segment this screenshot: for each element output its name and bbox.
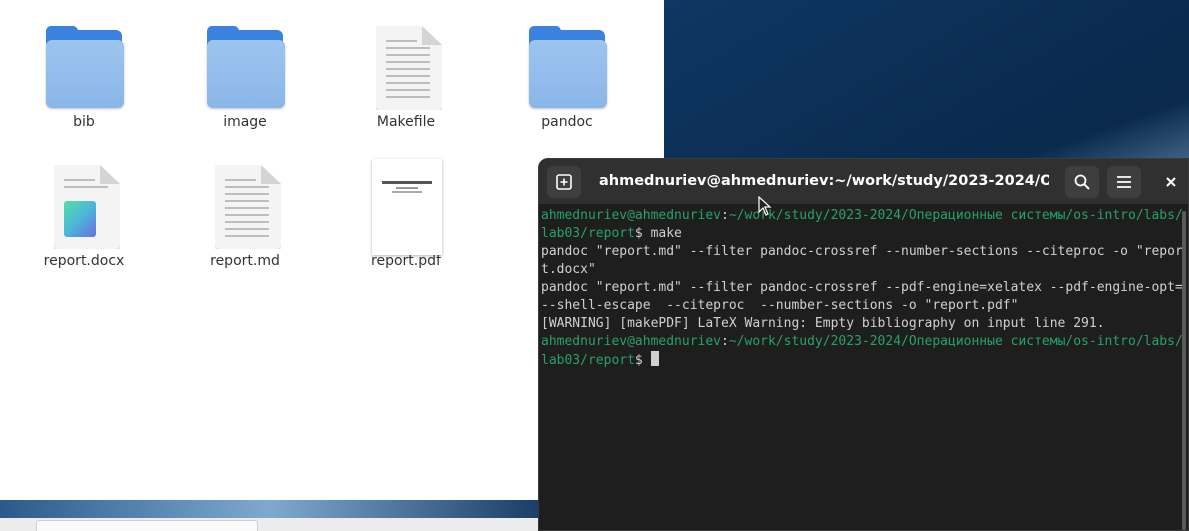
file-item-report-docx[interactable]: report.docx — [24, 139, 144, 269]
file-item-makefile[interactable]: Makefile — [346, 0, 466, 130]
output-line: pandoc "report.md" --filter pandoc-cross… — [541, 244, 1183, 277]
file-label: report.md — [210, 253, 280, 269]
bottom-panel-tab[interactable] — [36, 520, 258, 531]
docx-file-icon — [42, 165, 126, 249]
output-line: [WARNING] [makePDF] LaTeX Warning: Empty… — [541, 316, 1105, 331]
terminal-scrollbar[interactable] — [1182, 211, 1186, 530]
search-button[interactable] — [1065, 166, 1099, 198]
file-item-bib[interactable]: bib — [24, 0, 144, 130]
file-label: image — [223, 114, 267, 130]
prompt-separator: : — [721, 334, 729, 349]
new-tab-icon — [556, 174, 572, 190]
terminal-header: ahmednuriev@ahmednuriev:~/work/study/202… — [539, 159, 1188, 205]
file-label: report.docx — [43, 253, 125, 269]
pdf-thumbnail-icon — [364, 159, 448, 255]
output-line: pandoc "report.md" --filter pandoc-cross… — [541, 280, 1183, 313]
file-label: pandoc — [541, 114, 593, 130]
close-button[interactable] — [1161, 172, 1181, 192]
new-tab-button[interactable] — [547, 166, 581, 198]
file-item-image[interactable]: image — [185, 0, 305, 130]
text-file-icon — [364, 26, 448, 110]
terminal-title: ahmednuriev@ahmednuriev:~/work/study/202… — [599, 173, 1049, 189]
folder-icon — [203, 26, 287, 108]
file-label: bib — [73, 114, 95, 130]
text-file-icon — [203, 165, 287, 249]
file-item-pandoc[interactable]: pandoc — [507, 0, 627, 130]
file-item-report-md[interactable]: report.md — [185, 139, 305, 269]
close-icon — [1166, 177, 1176, 187]
command-text: make — [650, 226, 682, 241]
file-label: Makefile — [376, 114, 436, 130]
prompt-line: ahmednuriev@ahmednuriev:~/work/study/202… — [541, 208, 1183, 241]
prompt-symbol: $ — [634, 226, 651, 241]
terminal-window: ahmednuriev@ahmednuriev:~/work/study/202… — [538, 158, 1189, 531]
search-icon — [1074, 174, 1090, 190]
folder-icon — [42, 26, 126, 108]
prompt-line: ahmednuriev@ahmednuriev:~/work/study/202… — [541, 334, 1183, 368]
text-cursor — [650, 351, 659, 366]
menu-button[interactable] — [1107, 166, 1141, 198]
folder-icon — [525, 26, 609, 108]
prompt-user: ahmednuriev@ahmednuriev — [541, 208, 722, 223]
prompt-separator: : — [721, 208, 729, 223]
terminal-output[interactable]: ahmednuriev@ahmednuriev:~/work/study/202… — [541, 207, 1185, 370]
prompt-symbol: $ — [634, 353, 651, 368]
hamburger-menu-icon — [1117, 176, 1131, 188]
prompt-user: ahmednuriev@ahmednuriev — [541, 334, 722, 349]
file-label: report.pdf — [371, 253, 441, 269]
file-item-report-pdf[interactable]: report.pdf — [346, 139, 466, 269]
mouse-pointer-icon — [758, 196, 772, 216]
